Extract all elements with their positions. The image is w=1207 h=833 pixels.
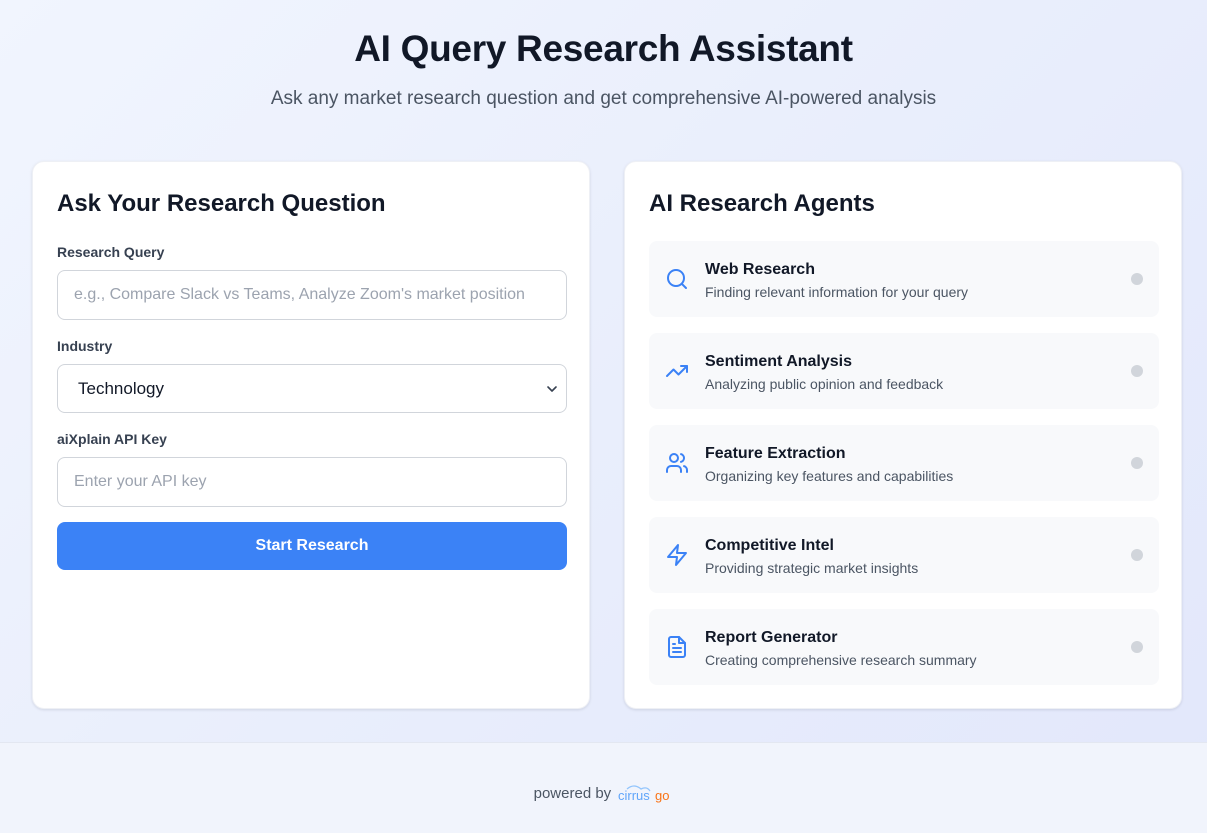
agent-description: Creating comprehensive research summary: [705, 652, 977, 668]
status-indicator: [1131, 457, 1143, 469]
agent-name: Sentiment Analysis: [705, 353, 853, 370]
industry-selected-value: Technology: [78, 378, 165, 398]
status-indicator: [1131, 273, 1143, 285]
research-query-label: Research Query: [57, 244, 165, 260]
agent-name: Report Generator: [705, 629, 838, 646]
chevron-down-icon: [547, 386, 557, 392]
research-form-card: Ask Your Research Question Research Quer…: [32, 161, 590, 709]
industry-label: Industry: [57, 338, 113, 354]
users-icon: [666, 453, 688, 473]
svg-text:go: go: [655, 788, 669, 803]
agent-name: Feature Extraction: [705, 445, 846, 462]
research-query-input[interactable]: [57, 270, 567, 320]
page-subtitle: Ask any market research question and get…: [270, 88, 937, 109]
agent-name: Web Research: [705, 261, 815, 278]
cirrusgo-logo[interactable]: cirrus go: [617, 783, 673, 805]
lightning-icon: [667, 544, 687, 566]
page-footer: powered by cirrus go: [0, 742, 1207, 833]
agent-name: Competitive Intel: [705, 537, 834, 554]
form-title: Ask Your Research Question: [57, 190, 386, 217]
agent-feature-extraction: Feature Extraction Organizing key featur…: [649, 425, 1159, 501]
start-research-button[interactable]: Start Research: [57, 522, 567, 570]
research-agents-card: AI Research Agents Web Research Finding …: [624, 161, 1182, 709]
agent-report-generator: Report Generator Creating comprehensive …: [649, 609, 1159, 685]
agent-web-research: Web Research Finding relevant informatio…: [649, 241, 1159, 317]
api-key-label: aiXplain API Key: [57, 431, 167, 447]
document-icon: [668, 636, 686, 658]
agent-description: Providing strategic market insights: [705, 560, 919, 576]
page-title: AI Query Research Assistant: [354, 28, 853, 69]
industry-select[interactable]: Technology: [57, 364, 567, 413]
status-indicator: [1131, 365, 1143, 377]
agent-competitive-intel: Competitive Intel Providing strategic ma…: [649, 517, 1159, 593]
agent-description: Organizing key features and capabilities: [705, 468, 954, 484]
agents-title: AI Research Agents: [649, 190, 875, 217]
powered-by-label: powered by: [533, 784, 612, 802]
agent-sentiment-analysis: Sentiment Analysis Analyzing public opin…: [649, 333, 1159, 409]
agent-description: Analyzing public opinion and feedback: [705, 376, 944, 392]
powered-by: powered by cirrus go: [0, 783, 1207, 805]
svg-text:cirrus: cirrus: [618, 788, 650, 803]
api-key-input[interactable]: [57, 457, 567, 507]
status-indicator: [1131, 549, 1143, 561]
agent-description: Finding relevant information for your qu…: [705, 284, 969, 300]
trending-up-icon: [666, 365, 688, 377]
status-indicator: [1131, 641, 1143, 653]
search-icon: [667, 269, 687, 289]
